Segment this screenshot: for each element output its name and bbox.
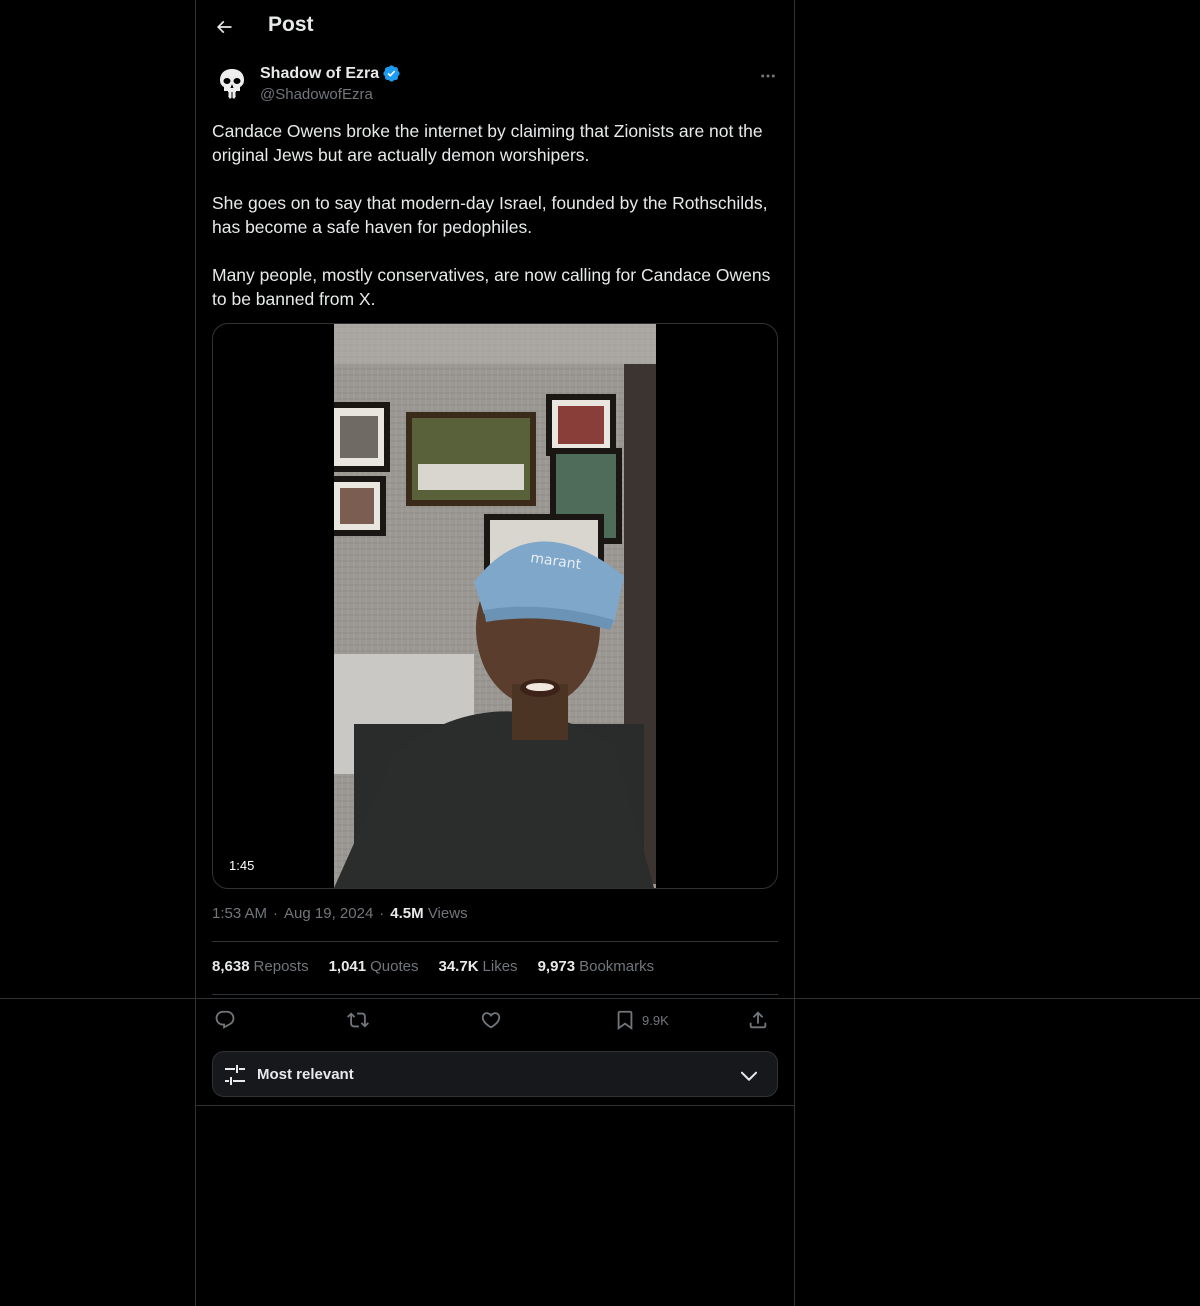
reply-icon — [215, 1010, 235, 1029]
avatar[interactable] — [212, 63, 252, 103]
quotes-count: 1,041 — [328, 958, 367, 975]
action-bar: 9.9K — [212, 1005, 778, 1035]
views-label: Views — [427, 905, 468, 922]
share-icon — [749, 1011, 767, 1029]
arrow-left-icon — [216, 20, 232, 34]
bookmarks-label: Bookmarks — [579, 958, 655, 975]
video-frame[interactable]: marant — [334, 324, 656, 888]
repost-button[interactable] — [347, 1005, 369, 1035]
reply-sort-dropdown[interactable]: Most relevant — [212, 1051, 778, 1097]
video-player[interactable]: marant 1:45 — [212, 323, 778, 889]
main-column: Post Shadow of Ezra @ShadowofEzra Candac… — [195, 0, 795, 1306]
bookmark-button[interactable]: 9.9K — [614, 1005, 669, 1035]
quotes-stat[interactable]: 1,041 Quotes — [329, 958, 419, 975]
tweet-paragraph: Many people, mostly conservatives, are n… — [212, 265, 771, 309]
share-button[interactable] — [747, 1005, 769, 1035]
reposts-stat[interactable]: 8,638 Reposts — [212, 958, 309, 975]
bookmarks-count: 9,973 — [537, 958, 576, 975]
author-name[interactable]: Shadow of Ezra — [260, 65, 379, 83]
bookmarks-stat[interactable]: 9,973 Bookmarks — [538, 958, 655, 975]
views-count: 4.5M — [390, 905, 424, 922]
sliders-icon — [225, 1065, 245, 1085]
reposts-label: Reposts — [253, 958, 309, 975]
divider — [196, 1105, 794, 1106]
more-horizontal-icon — [761, 74, 775, 78]
verified-badge-icon — [383, 65, 400, 82]
tweet-text: Candace Owens broke the internet by clai… — [212, 119, 778, 335]
likes-stat[interactable]: 34.7K Likes — [439, 958, 518, 975]
video-still-image: marant — [334, 324, 656, 888]
author-name-row[interactable]: Shadow of Ezra — [260, 64, 401, 83]
repost-icon — [347, 1012, 369, 1028]
quotes-label: Quotes — [370, 958, 419, 975]
meta-separator: · — [273, 905, 279, 922]
tweet-paragraph: Candace Owens broke the internet by clai… — [212, 121, 763, 165]
page-header: Post — [196, 0, 794, 54]
likes-count: 34.7K — [438, 958, 479, 975]
tweet-paragraph: She goes on to say that modern-day Israe… — [212, 193, 768, 237]
tweet-time[interactable]: 1:53 AM — [212, 905, 267, 922]
chevron-down-icon — [740, 1071, 758, 1081]
skull-logo-icon — [212, 63, 252, 103]
likes-label: Likes — [482, 958, 518, 975]
divider — [212, 994, 778, 995]
video-duration: 1:45 — [225, 856, 259, 875]
more-options-button[interactable] — [754, 62, 782, 90]
bookmark-icon — [617, 1010, 633, 1031]
heart-icon — [481, 1012, 501, 1029]
engagement-stats: 8,638 Reposts 1,041 Quotes 34.7K Likes 9,97… — [212, 958, 654, 975]
tweet-meta: 1:53 AM · Aug 19, 2024 · 4.5M Views — [212, 905, 468, 922]
divider — [212, 941, 778, 942]
reply-button[interactable] — [214, 1005, 236, 1035]
page-title: Post — [268, 13, 314, 36]
tweet-date[interactable]: Aug 19, 2024 — [284, 905, 373, 922]
bookmark-count: 9.9K — [642, 1012, 669, 1028]
sort-label: Most relevant — [257, 1066, 354, 1083]
back-button[interactable] — [206, 9, 242, 45]
meta-separator: · — [379, 905, 385, 922]
reposts-count: 8,638 — [212, 958, 250, 975]
like-button[interactable] — [480, 1005, 502, 1035]
author-handle[interactable]: @ShadowofEzra — [260, 86, 373, 103]
